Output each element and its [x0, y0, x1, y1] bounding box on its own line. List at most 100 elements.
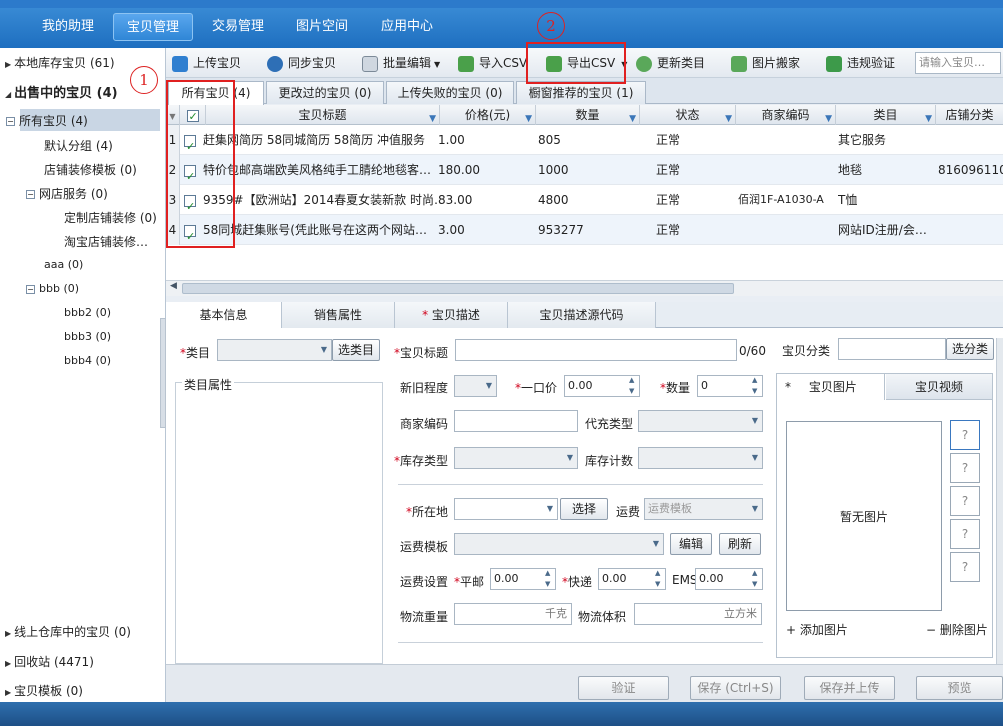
- quantity-input[interactable]: 0: [697, 375, 763, 397]
- col-shop-category[interactable]: 店铺分类: [936, 105, 1003, 125]
- tree-aaa[interactable]: aaa (0): [44, 258, 83, 271]
- tree-bbb3[interactable]: bbb3 (0): [64, 330, 111, 343]
- freight-select[interactable]: 运费模板: [644, 498, 763, 520]
- import-csv-button[interactable]: 导入CSV: [458, 52, 527, 74]
- surface-mail-input[interactable]: 0.00: [490, 568, 556, 590]
- ems-input[interactable]: 0.00: [695, 568, 763, 590]
- tab-item-images[interactable]: * 宝贝图片: [777, 374, 885, 400]
- category-select[interactable]: [217, 339, 332, 361]
- choose-class-button[interactable]: 选分类: [946, 338, 994, 360]
- tree-bbb2[interactable]: bbb2 (0): [64, 306, 111, 319]
- title-input[interactable]: [455, 339, 737, 361]
- tree-default-group[interactable]: 默认分组 (4): [44, 137, 113, 154]
- image-move-button[interactable]: 图片搬家: [731, 52, 800, 74]
- expand-arrow-icon[interactable]: ▶: [5, 629, 11, 638]
- image-slot[interactable]: ?: [950, 552, 980, 582]
- nav-tab-assistant[interactable]: 我的助理: [30, 13, 106, 41]
- freight-template-select[interactable]: [454, 533, 664, 555]
- express-input[interactable]: 0.00: [598, 568, 666, 590]
- nav-tab-app-center[interactable]: 应用中心: [369, 13, 445, 41]
- price-input[interactable]: 0.00: [564, 375, 640, 397]
- scroll-left-icon[interactable]: ◀: [170, 281, 177, 291]
- tree-recycle-bin[interactable]: ▶ 回收站 (4471): [5, 653, 94, 670]
- preview-button[interactable]: 预览: [916, 676, 1003, 700]
- edit-freight-button[interactable]: 编辑: [670, 533, 712, 555]
- tree-warehouse[interactable]: ▶ 线上仓库中的宝贝 (0): [5, 623, 131, 640]
- tree-custom-decor[interactable]: 定制店铺装修 (0): [64, 209, 157, 226]
- merchant-code-input[interactable]: [454, 410, 578, 432]
- volume-input[interactable]: 立方米: [634, 603, 762, 625]
- tree-templates[interactable]: ▶ 宝贝模板 (0): [5, 682, 83, 699]
- tree-bbb4[interactable]: bbb4 (0): [64, 354, 111, 367]
- batch-edit-button[interactable]: 批量编辑 ▼: [362, 52, 440, 74]
- stock-type-select[interactable]: [454, 447, 578, 469]
- table-row[interactable]: 4 58同城赶集账号(凭此账号在这两个网站… 3.00 953277 正常 网站…: [166, 215, 1003, 245]
- expand-arrow-icon[interactable]: ▶: [5, 60, 11, 69]
- dropdown-arrow-icon[interactable]: ▼: [434, 60, 440, 69]
- tree-taobao-decor[interactable]: 淘宝店铺装修…: [64, 233, 148, 250]
- choose-category-button[interactable]: 选类目: [332, 339, 380, 361]
- vertical-scrollbar[interactable]: [996, 338, 1003, 664]
- choose-location-button[interactable]: 选择: [560, 498, 608, 520]
- tab-failed-items[interactable]: 上传失败的宝贝 (0): [386, 81, 514, 104]
- violation-check-button[interactable]: 违规验证: [826, 52, 895, 74]
- delete-image-button[interactable]: − 删除图片: [926, 621, 988, 638]
- col-category[interactable]: 类目 ▼: [836, 105, 936, 125]
- item-class-input[interactable]: [838, 338, 946, 360]
- col-merchant-code[interactable]: 商家编码 ▼: [736, 105, 836, 125]
- weight-input[interactable]: 千克: [454, 603, 572, 625]
- horizontal-scrollbar[interactable]: ◀: [166, 280, 1003, 296]
- minus-icon[interactable]: −: [6, 117, 15, 126]
- stock-count-select[interactable]: [638, 447, 763, 469]
- condition-select[interactable]: [454, 375, 497, 397]
- refresh-freight-button[interactable]: 刷新: [719, 533, 761, 555]
- detail-form: *类目 选类目 *宝贝标题 0/60 宝贝分类 选分类 类目属性 新旧程度 *一…: [166, 328, 1003, 664]
- table-row[interactable]: 2 特价包邮高端欧美风格纯手工腈纶地毯客… 180.00 1000 正常 地毯 …: [166, 155, 1003, 185]
- tab-changed-items[interactable]: 更改过的宝贝 (0): [266, 81, 384, 104]
- image-slot[interactable]: ?: [950, 486, 980, 516]
- image-slot[interactable]: ?: [950, 420, 980, 450]
- sync-button[interactable]: 同步宝贝: [267, 52, 336, 74]
- tree-bbb[interactable]: − bbb (0): [26, 282, 79, 295]
- tree-label: 宝贝模板 (0): [14, 684, 83, 698]
- nav-tab-image-space[interactable]: 图片空间: [284, 13, 360, 41]
- image-slot[interactable]: ?: [950, 453, 980, 483]
- table-row[interactable]: 1 赶集网简历 58同城简历 58简历 冲值服务 1.00 805 正常 其它服…: [166, 125, 1003, 155]
- col-price[interactable]: 价格(元) ▼: [440, 105, 536, 125]
- update-category-button[interactable]: 更新类目: [636, 52, 705, 74]
- tree-shop-service[interactable]: − 网店服务 (0): [26, 185, 108, 202]
- tab-item-video[interactable]: 宝贝视频: [886, 374, 992, 400]
- tree-label: aaa (0): [44, 258, 84, 271]
- scrollbar-thumb[interactable]: [182, 283, 734, 294]
- tab-basic-info[interactable]: 基本信息: [166, 302, 282, 328]
- expand-arrow-icon[interactable]: ▶: [5, 659, 11, 668]
- tree-on-sale[interactable]: ◢ 出售中的宝贝 (4): [5, 82, 118, 101]
- nav-tab-trade[interactable]: 交易管理: [200, 13, 276, 41]
- expand-arrow-icon[interactable]: ▶: [5, 688, 11, 697]
- save-button[interactable]: 保存 (Ctrl+S): [690, 676, 781, 700]
- tree-local-stock[interactable]: ▶ 本地库存宝贝 (61): [5, 54, 115, 71]
- add-image-button[interactable]: + 添加图片: [786, 621, 848, 638]
- tab-description-source[interactable]: 宝贝描述源代码: [508, 302, 656, 328]
- col-qty[interactable]: 数量 ▼: [536, 105, 640, 125]
- image-slot[interactable]: ?: [950, 519, 980, 549]
- minus-icon[interactable]: −: [26, 284, 35, 294]
- tab-sales-attrs[interactable]: 销售属性: [282, 302, 395, 328]
- save-and-upload-button[interactable]: 保存并上传: [804, 676, 895, 700]
- upload-button[interactable]: 上传宝贝: [172, 52, 241, 74]
- col-title[interactable]: 宝贝标题 ▼: [206, 105, 440, 125]
- tab-description[interactable]: * 宝贝描述: [395, 302, 508, 328]
- tree-all-items[interactable]: − 所有宝贝 (4): [6, 112, 88, 129]
- tree-shop-template[interactable]: 店铺装修模板 (0): [44, 161, 137, 178]
- search-input[interactable]: 请输入宝贝…: [915, 52, 1001, 74]
- fill-type-select[interactable]: [638, 410, 763, 432]
- tab-window-items[interactable]: 橱窗推荐的宝贝 (1): [516, 81, 646, 104]
- label-text: 库存类型: [400, 454, 449, 468]
- validate-button[interactable]: 验证: [578, 676, 669, 700]
- location-select[interactable]: [454, 498, 558, 520]
- collapse-arrow-icon[interactable]: ◢: [5, 90, 11, 99]
- nav-tab-item-management[interactable]: 宝贝管理: [113, 13, 193, 41]
- col-status[interactable]: 状态 ▼: [640, 105, 736, 125]
- minus-icon[interactable]: −: [26, 190, 35, 199]
- table-row[interactable]: 3 9359#【欧洲站】2014春夏女装新款 时尚… 83.00 4800 正常…: [166, 185, 1003, 215]
